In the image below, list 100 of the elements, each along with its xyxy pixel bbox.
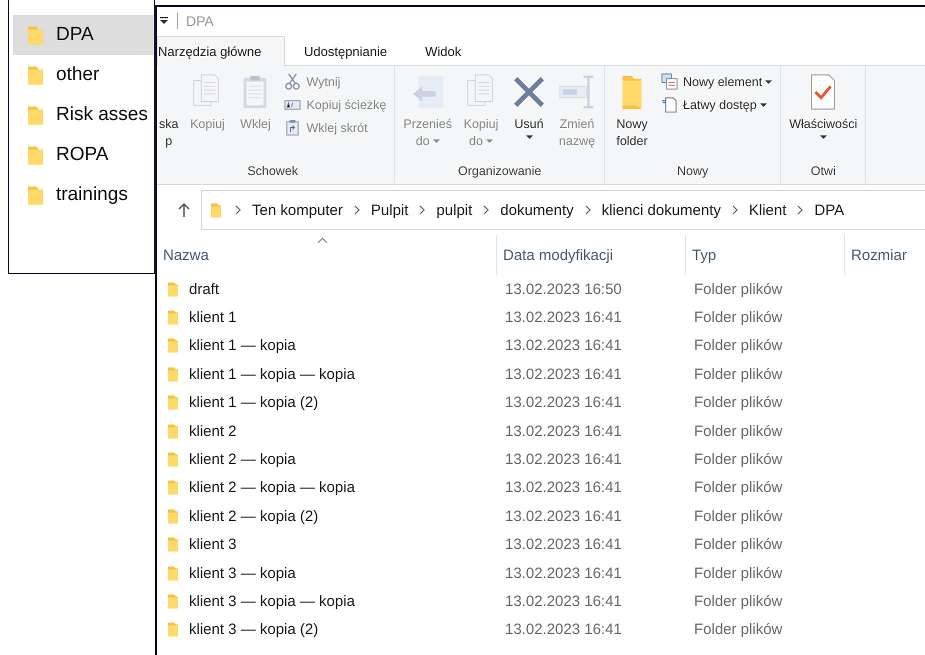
breadcrumb-item[interactable]: klienci dokumenty [602, 202, 721, 218]
file-name[interactable]: klient 3 — kopia — kopia [189, 592, 355, 610]
chevron-icon [354, 205, 360, 215]
table-cell: 13.02.2023 16:41 [505, 451, 622, 468]
breadcrumb-item[interactable]: DPA [814, 202, 844, 218]
file-name[interactable]: klient 3 — kopia [189, 564, 296, 582]
folder-item[interactable]: ROPA [13, 135, 154, 175]
folder-icon [167, 451, 179, 468]
caret-icon [526, 135, 532, 140]
breadcrumb-item[interactable]: Ten komputer [252, 202, 343, 218]
file-name[interactable]: klient 3 — kopia (2) [189, 621, 318, 638]
folder-icon [27, 144, 44, 166]
breadcrumb-item[interactable]: dokumenty [500, 202, 574, 218]
folder-icon [167, 564, 179, 582]
shortcut-icon [284, 119, 302, 136]
table-cell: Folder plików [694, 508, 782, 525]
file-name[interactable]: klient 1 [189, 309, 237, 326]
table-cell: Folder plików [694, 536, 782, 554]
table-cell: 13.02.2023 16:41 [505, 508, 622, 525]
file-name[interactable]: klient 1 — kopia (2) [189, 394, 318, 412]
table-cell: Folder plików [694, 280, 782, 298]
table-cell: 13.02.2023 16:41 [505, 337, 622, 354]
ribbon-tab[interactable]: Widok [406, 36, 480, 66]
folder-icon [167, 309, 179, 326]
ribbon-button[interactable]: ska p [157, 70, 180, 150]
folder-item[interactable]: DPA [13, 15, 154, 55]
group-label: Nowy [676, 163, 710, 180]
table-cell: Folder plików [694, 366, 782, 383]
folder-icon [167, 394, 179, 412]
column-header[interactable]: Nazwa [157, 235, 497, 275]
chevron-icon [419, 205, 426, 215]
folder-icon [167, 592, 179, 610]
table-cell: 13.02.2023 16:41 [505, 422, 622, 440]
column-header[interactable]: Data modyfikacji [497, 235, 686, 275]
table-cell: 13.02.2023 16:41 [505, 309, 622, 326]
table-cell: Folder plików [694, 621, 782, 638]
column-header[interactable]: Typ [686, 235, 845, 275]
group-label: Schowek [246, 163, 300, 180]
table-cell: 13.02.2023 16:41 [505, 536, 622, 554]
file-name[interactable]: klient 2 — kopia (2) [189, 508, 318, 525]
breadcrumb-item[interactable]: Pulpit [370, 202, 408, 218]
file-name[interactable]: klient 2 — kopia [189, 451, 296, 468]
table-cell: 13.02.2023 16:41 [505, 592, 622, 610]
chevron-icon [584, 205, 591, 215]
folder-icon [27, 184, 44, 206]
file-name[interactable]: klient 2 — kopia — kopia [189, 479, 355, 496]
breadcrumb-item[interactable]: pulpit [436, 202, 472, 218]
folder-icon [167, 508, 179, 525]
group-label: Otwi [810, 163, 837, 180]
table-cell: 13.02.2023 16:41 [505, 394, 622, 412]
table-cell: Folder plików [694, 422, 782, 440]
document-icon [661, 96, 678, 113]
folder-item[interactable]: other [13, 55, 154, 95]
folder-icon [167, 422, 179, 440]
chevron-icon [483, 205, 490, 215]
folder-item[interactable]: trainings [13, 175, 154, 215]
table-cell: 13.02.2023 16:41 [505, 621, 622, 638]
table-cell: 13.02.2023 16:41 [505, 479, 622, 496]
scissors-icon [284, 73, 302, 90]
sort-caret-icon [317, 237, 328, 244]
table-cell: 13.02.2023 16:50 [505, 280, 622, 298]
folder-icon [27, 64, 44, 86]
folder-icon [210, 202, 222, 218]
table-cell: Folder plików [694, 337, 782, 354]
file-name[interactable]: draft [189, 280, 220, 298]
ribbon-button[interactable]: Właściwości [787, 70, 860, 140]
group-label: Organizowanie [456, 163, 542, 180]
breadcrumb-item[interactable]: Klient [748, 202, 786, 218]
window-title: DPA [186, 13, 214, 29]
folder-icon [27, 24, 44, 46]
ribbon-button[interactable]: Łatwy dostęp [659, 95, 774, 114]
table-cell: Folder plików [694, 394, 782, 412]
file-name[interactable]: klient 2 [189, 422, 237, 440]
table-cell: Folder plików [694, 451, 782, 468]
folder-icon [167, 337, 179, 354]
folder-icon [27, 104, 44, 126]
ribbon-button[interactable]: Nowy element [659, 72, 774, 91]
file-name[interactable]: klient 1 — kopia — kopia [189, 366, 355, 383]
chevron-icon [235, 205, 241, 215]
address-bar[interactable]: Ten komputer Pulpit pulpit dokumenty klienci dokumenty Klient DPA [201, 190, 925, 230]
column-header[interactable]: Rozmiar [845, 235, 925, 275]
folder-icon [167, 280, 179, 298]
ribbon-tab[interactable]: Udostępnianie [285, 36, 406, 66]
folder-icon [167, 536, 179, 554]
file-name[interactable]: klient 3 [189, 536, 237, 554]
file-name[interactable]: klient 1 — kopia [189, 337, 296, 354]
folder-icon [167, 366, 179, 383]
folder-item[interactable]: Risk asses [13, 95, 154, 135]
ribbon-button[interactable]: Usuń [508, 70, 550, 140]
ribbon-button[interactable]: Nowy folder [611, 70, 653, 150]
table-cell: 13.02.2023 16:41 [505, 366, 622, 383]
new-item-icon [661, 73, 678, 90]
chevron-icon [732, 205, 738, 215]
up-arrow-icon[interactable] [177, 202, 191, 218]
folder-icon [167, 621, 179, 638]
dropdown-icon[interactable] [159, 17, 169, 25]
folder-icon [167, 479, 179, 496]
ribbon-tab[interactable]: Narzędzia główne [157, 36, 285, 66]
caret-icon [820, 135, 827, 140]
table-cell: Folder plików [694, 309, 782, 326]
